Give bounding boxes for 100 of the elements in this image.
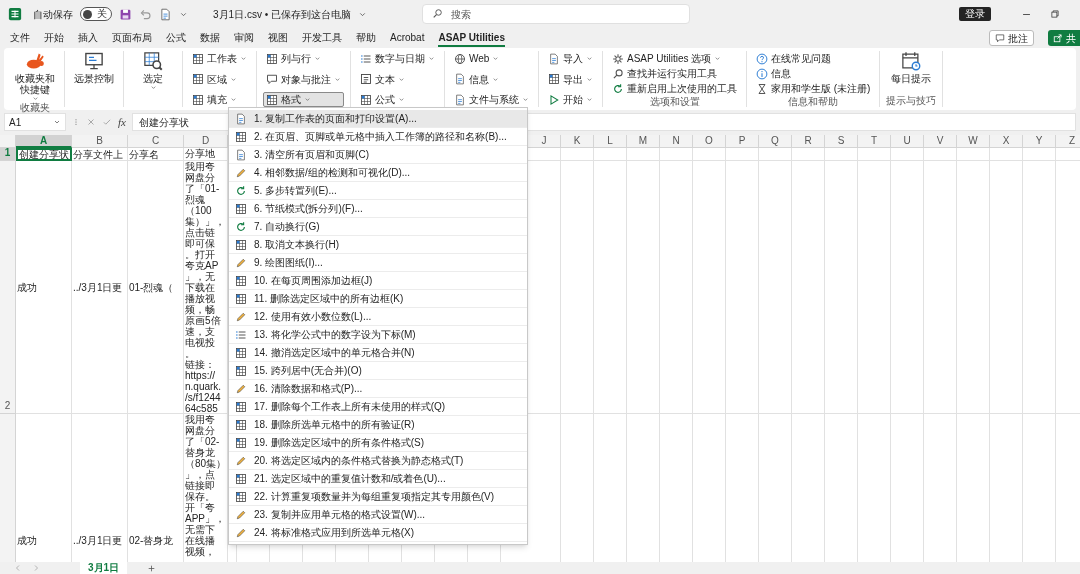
ribbon-button[interactable]: 重新启用上次使用的工具 — [609, 81, 740, 96]
ribbon-button[interactable]: ASAP Utilities 选项 — [609, 51, 740, 66]
document-icon[interactable] — [159, 7, 172, 21]
ribbon-button[interactable]: 列与行 — [263, 51, 344, 66]
ribbon-tab[interactable]: 审阅 — [234, 29, 254, 47]
column-header[interactable]: U — [891, 135, 924, 148]
share-button[interactable]: 共 — [1048, 30, 1080, 46]
cancel-icon[interactable] — [86, 117, 96, 127]
menu-item[interactable]: 4. 相邻数据/组的检测和可视化(D)... — [229, 164, 527, 182]
menu-item[interactable]: 21. 选定区域中的重复值计数和/或着色(U)... — [229, 470, 527, 488]
menu-item[interactable]: 2. 在页眉、页脚或单元格中插入工作簿的路径和名称(B)... — [229, 128, 527, 146]
menu-item[interactable]: 19. 删除选定区域中的所有条件格式(S) — [229, 434, 527, 452]
menu-item[interactable]: 9. 绘图图纸(I)... — [229, 254, 527, 272]
ribbon-tab[interactable]: 公式 — [166, 29, 186, 47]
ribbon-button[interactable]: 公式 — [357, 92, 438, 107]
menu-item[interactable]: 16. 清除数据和格式(P)... — [229, 380, 527, 398]
menu-item[interactable]: 6. 节纸模式(拆分列)(F)... — [229, 200, 527, 218]
row-header[interactable]: 2 — [0, 161, 16, 414]
undo-icon[interactable] — [139, 7, 152, 21]
ribbon-button[interactable]: 远景控制 — [71, 51, 117, 84]
column-header[interactable]: O — [693, 135, 726, 148]
menu-item[interactable]: 5. 多步转置列(E)... — [229, 182, 527, 200]
ribbon-button[interactable]: 格式 — [263, 92, 344, 107]
ribbon-button[interactable]: 导入 — [545, 51, 596, 66]
ribbon-tab[interactable]: Acrobat — [390, 29, 425, 47]
menu-item[interactable]: 13. 将化学公式中的数字设为下标(M) — [229, 326, 527, 344]
column-header[interactable]: N — [660, 135, 693, 148]
sign-in-button[interactable]: 登录 — [959, 7, 991, 21]
menu-item[interactable]: 1. 复制工作表的页面和打印设置(A)... — [229, 110, 527, 128]
restore-icon[interactable] — [1050, 9, 1060, 19]
column-header[interactable]: B — [72, 135, 128, 148]
column-header[interactable]: T — [858, 135, 891, 148]
ribbon-button[interactable]: 查找并运行实用工具 — [609, 66, 740, 81]
ribbon-button[interactable]: 收藏夹和快捷键 — [12, 51, 58, 102]
ribbon-button[interactable]: 开始 — [545, 92, 596, 107]
row-header[interactable]: 1 — [0, 148, 16, 161]
menu-item[interactable]: 11. 删除选定区域中的所有边框(K) — [229, 290, 527, 308]
ribbon-button[interactable]: 信息 — [451, 71, 532, 87]
menu-item[interactable]: 22. 计算重复项数量并为每组重复项指定其专用颜色(V) — [229, 488, 527, 506]
column-header[interactable]: V — [924, 135, 957, 148]
ribbon-tab[interactable]: 数据 — [200, 29, 220, 47]
ribbon-tab[interactable]: 开始 — [44, 29, 64, 47]
ribbon-button[interactable]: 导出 — [545, 71, 596, 87]
column-header[interactable]: L — [594, 135, 627, 148]
column-header[interactable]: Y — [1023, 135, 1056, 148]
save-icon[interactable] — [119, 7, 132, 21]
enter-icon[interactable] — [102, 117, 112, 127]
menu-item[interactable]: 23. 复制并应用单元格的格式设置(W)... — [229, 506, 527, 524]
menu-item[interactable]: 12. 使用有效小数位数(L)... — [229, 308, 527, 326]
comments-button[interactable]: 批注 — [989, 30, 1034, 46]
sheet-tab[interactable]: 3月1日 — [80, 562, 128, 574]
ribbon-button[interactable]: 家用和学生版 (未注册) — [753, 81, 874, 96]
column-header[interactable]: X — [990, 135, 1023, 148]
column-header[interactable]: C — [128, 135, 184, 148]
column-header[interactable]: R — [792, 135, 825, 148]
menu-item[interactable]: 15. 跨列居中(无合并)(O) — [229, 362, 527, 380]
menu-item[interactable]: 18. 删除所选单元格中的所有验证(R) — [229, 416, 527, 434]
column-header[interactable]: W — [957, 135, 990, 148]
insert-function-button[interactable]: fx — [118, 113, 126, 131]
menu-item[interactable]: 24. 将标准格式应用到所选单元格(X) — [229, 524, 527, 542]
menu-item[interactable]: 3. 清空所有页眉和页脚(C) — [229, 146, 527, 164]
menu-item[interactable]: 8. 取消文本换行(H) — [229, 236, 527, 254]
ribbon-button[interactable]: 文本 — [357, 71, 438, 87]
menu-item[interactable]: 7. 自动换行(G) — [229, 218, 527, 236]
search-field[interactable]: 搜索 — [422, 4, 690, 24]
ribbon-button[interactable]: 选定 — [130, 51, 176, 91]
ribbon-button[interactable]: 区域 — [189, 71, 250, 87]
ribbon-button[interactable]: 工作表 — [189, 51, 250, 66]
ribbon-button[interactable]: 信息 — [753, 66, 874, 81]
search-icon — [143, 51, 163, 71]
ribbon-button[interactable]: 每日提示 — [888, 51, 935, 84]
ribbon-tab[interactable]: 插入 — [78, 29, 98, 47]
ribbon-button[interactable]: 填充 — [189, 92, 250, 107]
pencil-icon — [235, 166, 247, 179]
ribbon-button[interactable]: Web — [451, 51, 532, 66]
column-header[interactable]: Z — [1056, 135, 1080, 148]
ribbon-button[interactable]: 文件与系统 — [451, 92, 532, 107]
ribbon-tab[interactable]: 视图 — [268, 29, 288, 47]
rabbit-icon — [25, 51, 45, 71]
column-header[interactable]: S — [825, 135, 858, 148]
ribbon-button[interactable]: 对象与批注 — [263, 71, 344, 87]
column-header[interactable]: Q — [759, 135, 792, 148]
add-sheet-icon[interactable] — [147, 563, 157, 573]
menu-item[interactable]: 14. 撤消选定区域中的单元格合并(N) — [229, 344, 527, 362]
ribbon-button[interactable]: 在线常见问题 — [753, 51, 874, 66]
column-header[interactable]: K — [561, 135, 594, 148]
column-header[interactable]: A — [16, 135, 72, 148]
ribbon-button[interactable]: 数字与日期 — [357, 51, 438, 66]
ribbon-tab[interactable]: 帮助 — [356, 29, 376, 47]
menu-item[interactable]: 10. 在每页周围添加边框(J) — [229, 272, 527, 290]
column-header[interactable]: M — [627, 135, 660, 148]
ribbon-tab[interactable]: 开发工具 — [302, 29, 342, 47]
autosave-toggle[interactable]: 关 — [80, 7, 112, 21]
menu-item[interactable]: 17. 删除每个工作表上所有未使用的样式(Q) — [229, 398, 527, 416]
menu-item[interactable]: 20. 将选定区域内的条件格式替换为静态格式(T) — [229, 452, 527, 470]
ribbon-tab[interactable]: ASAP Utilities — [438, 29, 505, 47]
column-header[interactable]: P — [726, 135, 759, 148]
ribbon-tab[interactable]: 文件 — [10, 29, 30, 47]
name-box[interactable]: A1 — [4, 113, 66, 131]
ribbon-tab[interactable]: 页面布局 — [112, 29, 152, 47]
